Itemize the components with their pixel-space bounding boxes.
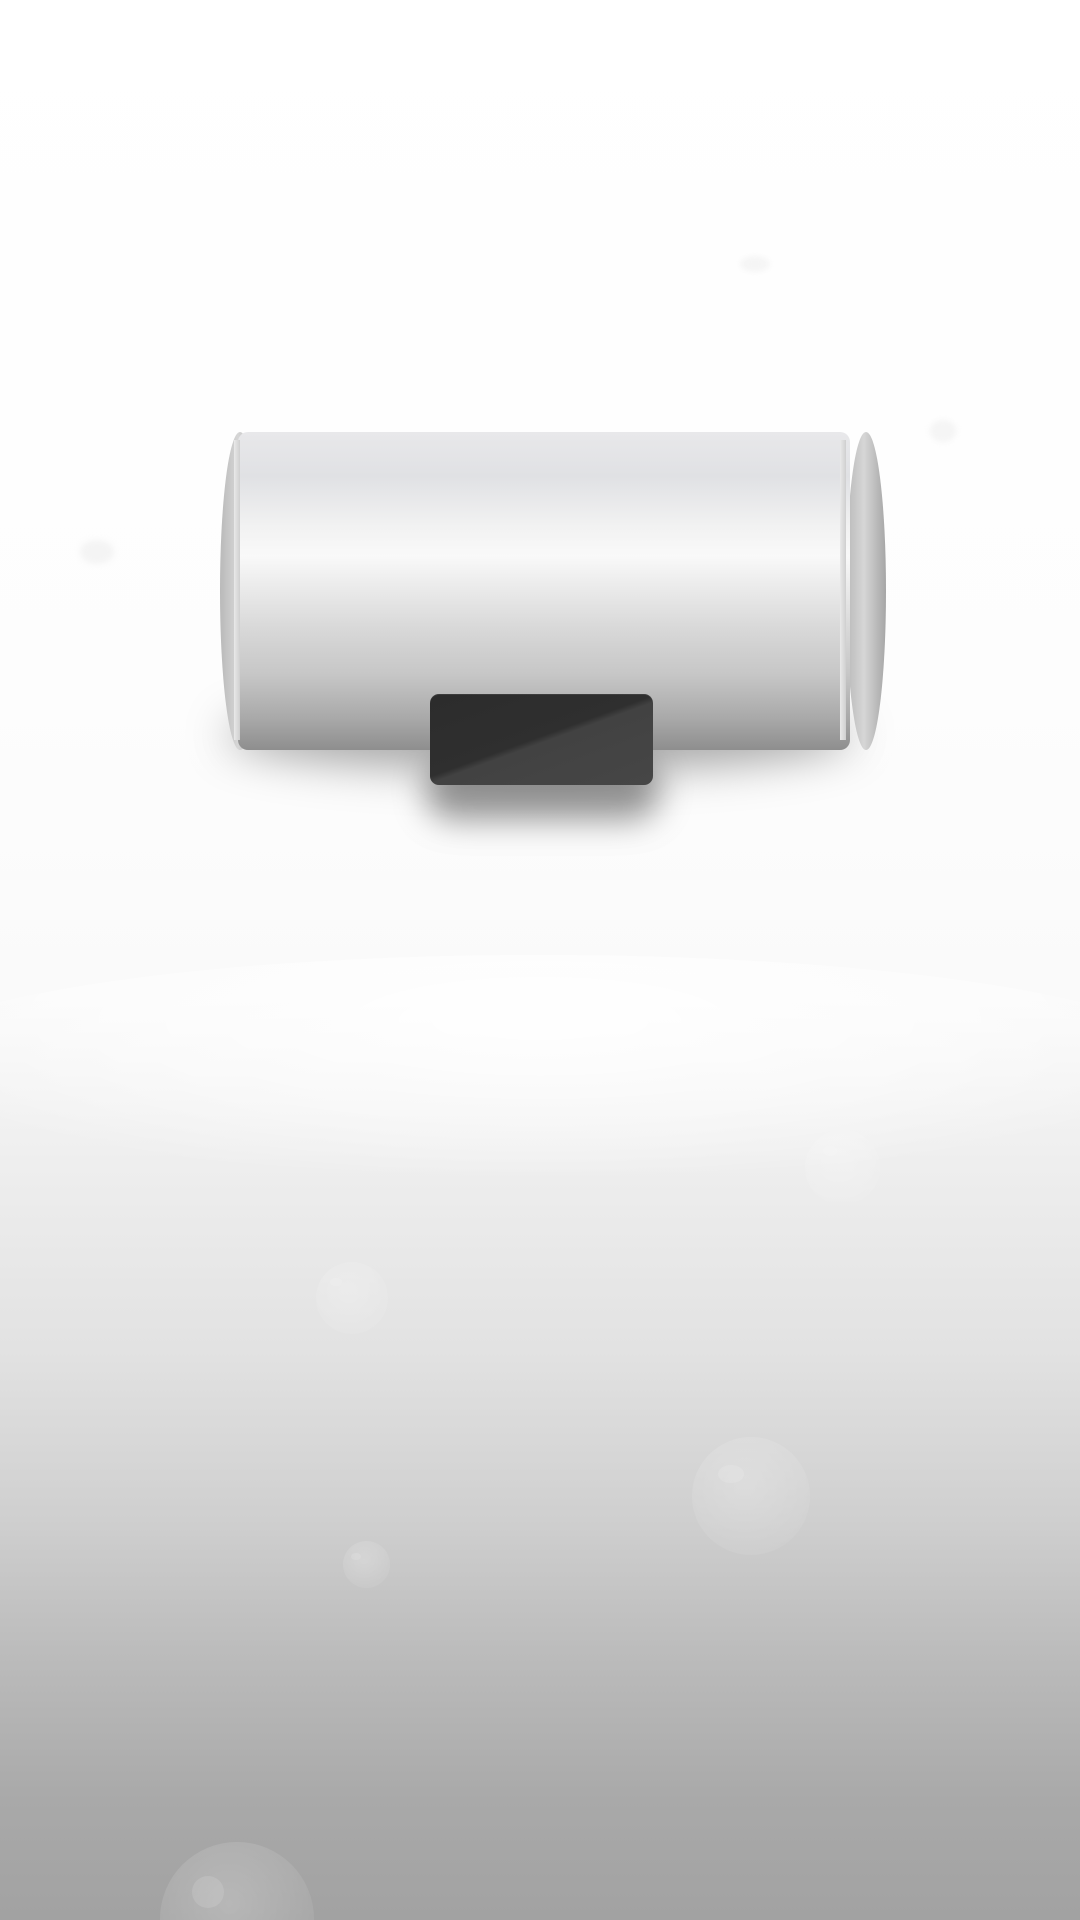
bubble-icon: [805, 1130, 880, 1205]
water-heater-icon: [0, 0, 1080, 900]
light-wave: [0, 955, 1080, 1175]
heater-right-rim: [840, 440, 846, 740]
bubble-icon: [316, 1262, 388, 1334]
bubble-icon: [343, 1541, 390, 1588]
heater-right-cap: [846, 432, 886, 750]
bubble-icon: [692, 1437, 810, 1555]
heater-control-panel: [430, 694, 653, 785]
bubble-icon: [160, 1842, 314, 1920]
screen: [0, 0, 1080, 1920]
heater-left-rim: [234, 440, 240, 740]
